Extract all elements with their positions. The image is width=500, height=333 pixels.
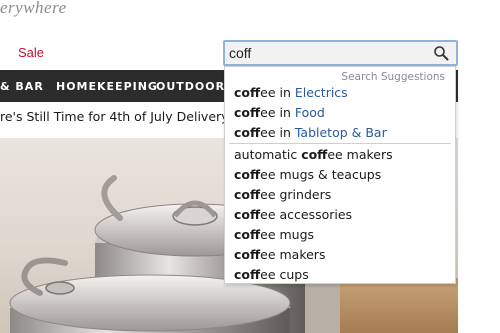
site-tagline: erywhere xyxy=(0,0,67,17)
suggestions-header: Search Suggestions xyxy=(341,71,445,83)
suggestion-connector: in xyxy=(275,125,295,140)
suggestion-suffix: ee accessories xyxy=(260,207,353,222)
suggestion-item[interactable]: coffee accessories xyxy=(234,206,352,224)
suggestion-suffix: ee cups xyxy=(260,267,309,282)
suggestion-item[interactable]: coffee mugs xyxy=(234,226,314,244)
suggestion-category: Food xyxy=(294,105,325,120)
suggestion-match: coff xyxy=(234,125,261,140)
suggestion-suffix: ee makers xyxy=(327,147,393,162)
suggestion-match: coff xyxy=(234,227,261,242)
suggestion-item[interactable]: coffee cups xyxy=(234,266,309,284)
suggestion-match: coff xyxy=(234,167,261,182)
search-icon[interactable] xyxy=(433,45,449,61)
suggestion-connector: in xyxy=(275,85,295,100)
nav-item-outdoor[interactable]: OUTDOOR xyxy=(156,80,225,93)
suggestion-match: coff xyxy=(234,105,261,120)
suggestion-match: coff xyxy=(301,147,328,162)
suggestion-connector: in xyxy=(275,105,295,120)
suggestion-term-rest: ee xyxy=(260,105,276,120)
nav-item-homekeeping[interactable]: HOMEKEEPING xyxy=(56,80,158,93)
suggestion-suffix: ee mugs & teacups xyxy=(260,167,382,182)
suggestion-term-rest: ee xyxy=(260,85,276,100)
suggestion-category-item[interactable]: coffee in Electrics xyxy=(234,84,348,102)
suggestion-match: coff xyxy=(234,85,261,100)
suggestion-suffix: ee grinders xyxy=(260,187,332,202)
sale-link[interactable]: Sale xyxy=(18,45,44,60)
suggestion-term-rest: ee xyxy=(260,125,276,140)
promo-banner[interactable]: re's Still Time for 4th of July Delivery… xyxy=(0,109,234,124)
promo-text: re's Still Time for 4th of July Delivery… xyxy=(0,109,234,124)
search-input[interactable] xyxy=(229,44,419,62)
suggestion-match: coff xyxy=(234,247,261,262)
suggestion-match: coff xyxy=(234,207,261,222)
suggestions-divider xyxy=(229,143,451,144)
suggestion-item[interactable]: coffee makers xyxy=(234,246,325,264)
suggestion-item[interactable]: automatic coffee makers xyxy=(234,146,393,164)
suggestion-item[interactable]: coffee grinders xyxy=(234,186,331,204)
suggestion-match: coff xyxy=(234,187,261,202)
suggestion-category-item[interactable]: coffee in Tabletop & Bar xyxy=(234,124,387,142)
nav-item-tabletop-bar[interactable]: & BAR xyxy=(0,80,44,93)
suggestion-category: Tabletop & Bar xyxy=(294,125,387,140)
suggestion-suffix: ee mugs xyxy=(260,227,315,242)
search-suggestions-dropdown: Search Suggestions coffee in Electrics c… xyxy=(224,66,456,284)
suggestion-suffix: ee makers xyxy=(260,247,326,262)
suggestion-match: coff xyxy=(234,267,261,282)
suggestion-category: Electrics xyxy=(294,85,348,100)
suggestion-item[interactable]: coffee mugs & teacups xyxy=(234,166,381,184)
suggestion-prefix: automatic xyxy=(234,147,302,162)
suggestion-category-item[interactable]: coffee in Food xyxy=(234,104,325,122)
search-box[interactable] xyxy=(223,40,458,66)
